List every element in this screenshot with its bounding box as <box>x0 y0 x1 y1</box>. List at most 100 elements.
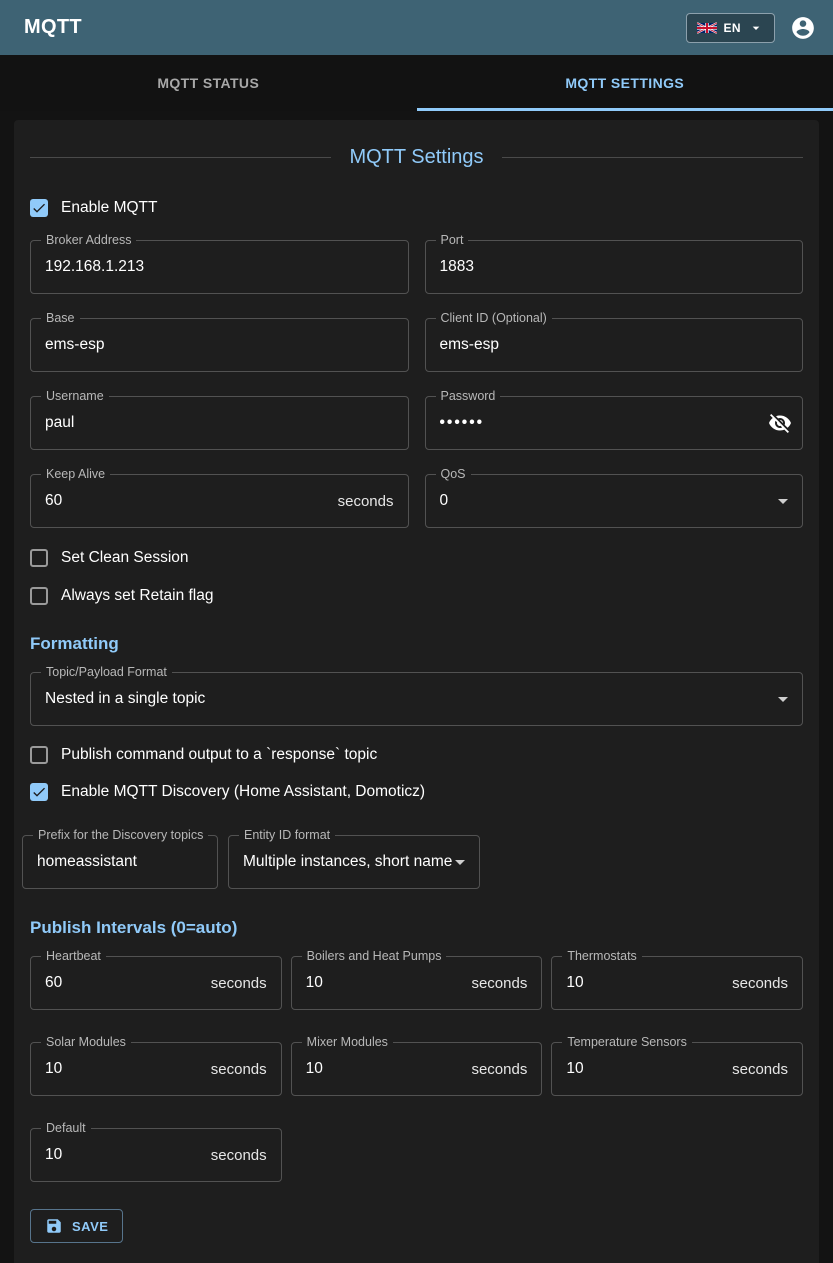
field-value: 60 <box>31 492 62 510</box>
field-value: 10 <box>292 1060 323 1078</box>
checkbox-enable-mqtt[interactable]: Enable MQTT <box>30 199 157 217</box>
tab-mqtt-settings[interactable]: MQTT SETTINGS <box>417 55 833 111</box>
unit-adornment: seconds <box>732 975 788 992</box>
password-field[interactable]: Password •••••• <box>425 396 804 450</box>
select-value: Multiple instances, short name <box>229 853 452 871</box>
field-label: Broker Address <box>41 232 136 249</box>
field-label: Keep Alive <box>41 466 110 483</box>
settings-heading: MQTT Settings <box>331 146 501 169</box>
checkbox-label: Enable MQTT Discovery (Home Assistant, D… <box>61 783 425 801</box>
discovery-options-row: Prefix for the Discovery topics homeassi… <box>22 835 803 889</box>
field-value: 10 <box>552 1060 583 1078</box>
base-field[interactable]: Base ems-esp <box>30 318 409 372</box>
checkbox-label: Enable MQTT <box>61 199 157 217</box>
port-field[interactable]: Port 1883 <box>425 240 804 294</box>
connection-fields-grid: Broker Address 192.168.1.213 Port 1883 B… <box>30 240 803 528</box>
divider <box>502 157 803 158</box>
thermostats-interval-field[interactable]: Thermostats 10 seconds <box>551 956 803 1010</box>
active-tab-indicator <box>417 108 833 111</box>
checkbox-publish-response-topic[interactable]: Publish command output to a `response` t… <box>30 746 377 764</box>
username-field[interactable]: Username paul <box>30 396 409 450</box>
solar-interval-field[interactable]: Solar Modules 10 seconds <box>30 1042 282 1096</box>
field-label: Password <box>436 388 501 405</box>
unit-adornment: seconds <box>471 1061 527 1078</box>
divider <box>30 157 331 158</box>
save-icon <box>45 1217 63 1235</box>
account-circle-icon <box>790 15 816 41</box>
field-label: Mixer Modules <box>302 1034 393 1051</box>
app-bar: MQTT EN <box>0 0 833 55</box>
checkbox-checked-icon <box>30 783 48 801</box>
field-value: paul <box>31 414 74 432</box>
dropdown-arrow-icon <box>771 489 795 513</box>
field-label: Solar Modules <box>41 1034 131 1051</box>
checkbox-enable-mqtt-discovery[interactable]: Enable MQTT Discovery (Home Assistant, D… <box>30 783 425 801</box>
tab-mqtt-status[interactable]: MQTT STATUS <box>0 55 417 111</box>
field-label: Temperature Sensors <box>562 1034 692 1051</box>
field-value: ems-esp <box>426 336 499 354</box>
field-label: Default <box>41 1120 91 1137</box>
checkbox-set-clean-session[interactable]: Set Clean Session <box>30 549 189 567</box>
entity-id-format-select[interactable]: Entity ID format Multiple instances, sho… <box>228 835 480 889</box>
tab-bar: MQTT STATUS MQTT SETTINGS <box>0 55 833 111</box>
keep-alive-field[interactable]: Keep Alive 60 seconds <box>30 474 409 528</box>
temperature-interval-field[interactable]: Temperature Sensors 10 seconds <box>551 1042 803 1096</box>
boilers-interval-field[interactable]: Boilers and Heat Pumps 10 seconds <box>291 956 543 1010</box>
field-value: 10 <box>292 974 323 992</box>
default-interval-field[interactable]: Default 10 seconds <box>30 1128 282 1182</box>
formatting-section-heading: Formatting <box>30 634 803 654</box>
uk-flag-icon <box>697 22 717 34</box>
field-label: Boilers and Heat Pumps <box>302 948 447 965</box>
save-button-label: SAVE <box>72 1219 108 1234</box>
language-selector-button[interactable]: EN <box>686 13 775 43</box>
unit-adornment: seconds <box>211 1147 267 1164</box>
qos-select[interactable]: QoS 0 <box>425 474 804 528</box>
language-label: EN <box>724 21 741 35</box>
field-label: Username <box>41 388 109 405</box>
tab-label: MQTT STATUS <box>157 75 259 91</box>
unit-adornment: seconds <box>338 493 394 510</box>
field-label: Thermostats <box>562 948 641 965</box>
appbar-actions: EN <box>686 13 817 43</box>
heartbeat-interval-field[interactable]: Heartbeat 60 seconds <box>30 956 282 1010</box>
unit-adornment: seconds <box>732 1061 788 1078</box>
field-value: homeassistant <box>23 853 137 871</box>
client-id-field[interactable]: Client ID (Optional) ems-esp <box>425 318 804 372</box>
topic-payload-format-select[interactable]: Topic/Payload Format Nested in a single … <box>30 672 803 726</box>
checkbox-unchecked-icon <box>30 746 48 764</box>
field-value: 192.168.1.213 <box>31 258 144 276</box>
field-label: Prefix for the Discovery topics <box>33 827 208 844</box>
save-button[interactable]: SAVE <box>30 1209 123 1243</box>
field-value: 10 <box>31 1146 62 1164</box>
mixer-interval-field[interactable]: Mixer Modules 10 seconds <box>291 1042 543 1096</box>
field-value: 60 <box>31 974 62 992</box>
dropdown-arrow-icon <box>448 850 472 874</box>
unit-adornment: seconds <box>211 975 267 992</box>
field-label: QoS <box>436 466 471 483</box>
field-label: Client ID (Optional) <box>436 310 552 327</box>
checkbox-label: Always set Retain flag <box>61 587 214 605</box>
checkbox-label: Publish command output to a `response` t… <box>61 746 377 764</box>
field-value: ems-esp <box>31 336 104 354</box>
discovery-prefix-field[interactable]: Prefix for the Discovery topics homeassi… <box>22 835 218 889</box>
account-button[interactable] <box>789 14 817 42</box>
page-title: MQTT <box>24 16 82 39</box>
field-value: 10 <box>552 974 583 992</box>
dropdown-arrow-icon <box>771 687 795 711</box>
field-label: Entity ID format <box>239 827 335 844</box>
publish-intervals-grid: Heartbeat 60 seconds Boilers and Heat Pu… <box>30 956 803 1182</box>
select-value: 0 <box>426 492 449 510</box>
visibility-off-icon[interactable] <box>768 411 792 435</box>
checkbox-unchecked-icon <box>30 587 48 605</box>
field-value: 10 <box>31 1060 62 1078</box>
checkbox-always-set-retain-flag[interactable]: Always set Retain flag <box>30 587 214 605</box>
field-label: Heartbeat <box>41 948 106 965</box>
mqtt-settings-panel: MQTT Settings Enable MQTT Broker Address… <box>14 120 819 1263</box>
unit-adornment: seconds <box>211 1061 267 1078</box>
field-label: Topic/Payload Format <box>41 664 172 681</box>
tab-label: MQTT SETTINGS <box>565 75 684 91</box>
settings-heading-row: MQTT Settings <box>30 146 803 169</box>
checkbox-checked-icon <box>30 199 48 217</box>
broker-address-field[interactable]: Broker Address 192.168.1.213 <box>30 240 409 294</box>
chevron-down-icon <box>748 20 764 36</box>
